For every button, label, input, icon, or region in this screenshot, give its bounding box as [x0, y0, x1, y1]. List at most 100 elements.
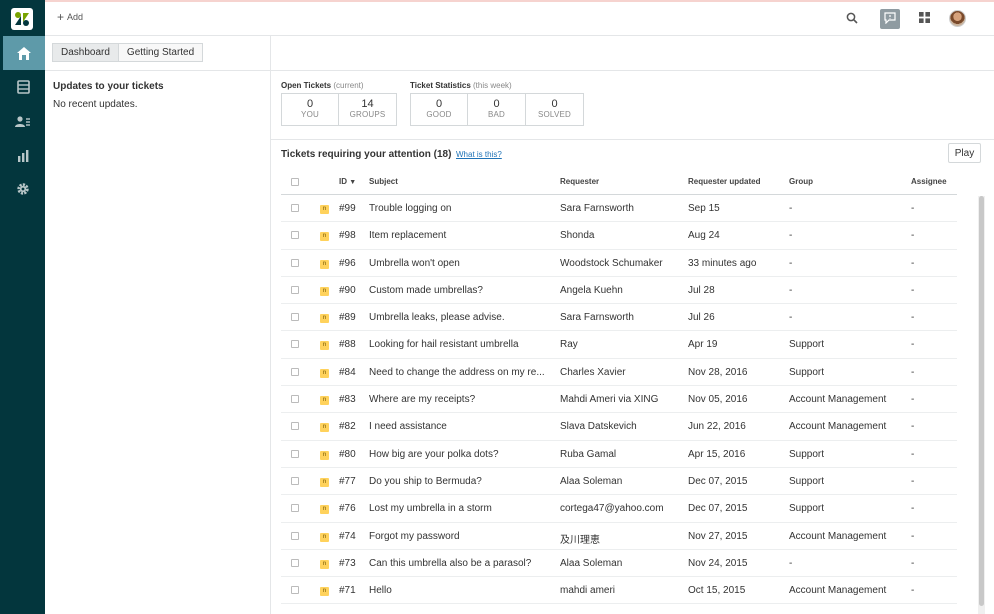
product-tray-button[interactable] — [914, 9, 934, 29]
cell-id: #76 — [339, 503, 356, 515]
row-checkbox[interactable] — [291, 504, 299, 513]
cell-subject[interactable]: Looking for hail resistant umbrella — [369, 339, 549, 350]
cell-subject[interactable]: Hello — [369, 585, 549, 596]
cell-subject[interactable]: Trouble logging on — [369, 203, 549, 214]
tab-dashboard[interactable]: Dashboard — [52, 43, 119, 62]
cell-subject[interactable]: Umbrella won't open — [369, 258, 549, 269]
cell-requester: Shonda — [560, 230, 595, 242]
cell-id: #96 — [339, 257, 356, 269]
table-row[interactable]: n #71 Hello mahdi ameri Oct 15, 2015 Account … — [281, 577, 957, 605]
table-row[interactable]: n #74 Forgot my password 及川理恵 Nov 27, 2015 Ac… — [281, 523, 957, 550]
nav-home[interactable] — [3, 36, 45, 70]
nav-reporting[interactable] — [3, 138, 43, 172]
tab-getting-started[interactable]: Getting Started — [118, 43, 204, 62]
row-checkbox[interactable] — [291, 313, 299, 322]
stat-value: 0 — [493, 98, 500, 110]
nav-admin[interactable] — [3, 172, 43, 206]
row-checkbox[interactable] — [291, 395, 299, 404]
cell-assignee: - — [911, 421, 915, 433]
cell-group: - — [789, 284, 793, 296]
sidebar — [0, 0, 45, 614]
cell-requester: cortega47@yahoo.com — [560, 503, 664, 515]
table-row[interactable]: n #90 Custom made umbrellas? Angela Kuehn Ju… — [281, 277, 957, 305]
stat-groups[interactable]: 14 GROUPS — [339, 93, 397, 126]
add-button[interactable]: + Add — [57, 11, 83, 23]
row-checkbox[interactable] — [291, 586, 299, 595]
column-header-group[interactable]: Group — [789, 177, 813, 186]
user-avatar[interactable] — [949, 10, 966, 27]
stat-bad[interactable]: 0 BAD — [468, 93, 526, 126]
scrollbar-thumb[interactable] — [979, 196, 984, 606]
scrollbar[interactable] — [978, 196, 985, 614]
cell-subject[interactable]: Forgot my password — [369, 531, 549, 542]
row-checkbox[interactable] — [291, 231, 299, 240]
attention-title: Tickets requiring your attention (18) — [281, 149, 452, 160]
column-header-id[interactable]: ID ▼ — [339, 177, 356, 186]
play-button[interactable]: Play — [948, 143, 981, 163]
cell-requester: Sara Farnsworth — [560, 312, 634, 324]
cell-subject[interactable]: Need to change the address on my re... — [369, 367, 549, 378]
table-row[interactable]: n #89 Umbrella leaks, please advise. Sara F… — [281, 304, 957, 332]
select-all-checkbox[interactable] — [291, 178, 299, 186]
row-checkbox[interactable] — [291, 422, 299, 431]
table-row[interactable]: n #77 Do you ship to Bermuda? Alaa Soleman D… — [281, 468, 957, 496]
column-id-label: ID — [339, 177, 347, 186]
left-panel: Dashboard Getting Started Updates to you… — [45, 36, 271, 614]
table-row[interactable]: n #84 Need to change the address on my re.… — [281, 359, 957, 387]
cell-subject[interactable]: How big are your polka dots? — [369, 449, 549, 460]
row-checkbox[interactable] — [291, 476, 299, 485]
stat-label: GOOD — [426, 110, 452, 119]
row-checkbox[interactable] — [291, 531, 299, 540]
row-checkbox[interactable] — [291, 558, 299, 567]
cell-subject[interactable]: Where are my receipts? — [369, 394, 549, 405]
column-header-assignee[interactable]: Assignee — [911, 177, 947, 186]
column-header-updated[interactable]: Requester updated — [688, 177, 760, 186]
cell-requester: Alaa Soleman — [560, 557, 623, 569]
table-row[interactable]: n #88 Looking for hail resistant umbrella R… — [281, 331, 957, 359]
nav-views[interactable] — [3, 70, 43, 104]
row-checkbox[interactable] — [291, 204, 299, 212]
table-row[interactable]: n #99 Trouble logging on Sara Farnsworth Sep… — [281, 195, 957, 223]
status-badge: n — [320, 477, 329, 487]
cell-updated: Apr 19 — [688, 339, 718, 351]
cell-assignee: - — [911, 503, 915, 515]
nav-customers[interactable] — [3, 104, 43, 138]
search-button[interactable] — [842, 9, 862, 29]
cell-subject[interactable]: Lost my umbrella in a storm — [369, 503, 549, 514]
row-checkbox[interactable] — [291, 340, 299, 349]
stat-you[interactable]: 0 YOU — [281, 93, 339, 126]
stat-good[interactable]: 0 GOOD — [410, 93, 468, 126]
table-row[interactable]: n #96 Umbrella won't open Woodstock Schumak… — [281, 250, 957, 277]
top-bar: + Add — [45, 0, 994, 36]
stat-solved[interactable]: 0 SOLVED — [526, 93, 584, 126]
status-badge: n — [320, 286, 329, 296]
table-row[interactable]: n #73 Can this umbrella also be a parasol?… — [281, 550, 957, 578]
status-badge: n — [320, 559, 329, 569]
what-is-this-link[interactable]: What is this? — [456, 150, 502, 159]
column-header-requester[interactable]: Requester — [560, 177, 599, 186]
row-checkbox[interactable] — [291, 449, 299, 458]
chat-button[interactable] — [880, 9, 900, 29]
table-body: n #99 Trouble logging on Sara Farnsworth Sep… — [281, 195, 957, 605]
zendesk-logo[interactable] — [5, 3, 39, 35]
ticket-statistics-title: Ticket Statistics — [410, 81, 471, 90]
table-row[interactable]: n #98 Item replacement Shonda Aug 24 - - — [281, 222, 957, 250]
row-checkbox[interactable] — [291, 367, 299, 376]
table-row[interactable]: n #76 Lost my umbrella in a storm cortega47… — [281, 495, 957, 523]
status-badge: n — [320, 341, 329, 351]
cell-updated: Aug 24 — [688, 230, 720, 242]
table-row[interactable]: n #80 How big are your polka dots? Ruba Gam… — [281, 441, 957, 468]
cell-requester: Slava Datskevich — [560, 421, 637, 433]
cell-subject[interactable]: Custom made umbrellas? — [369, 285, 549, 296]
row-checkbox[interactable] — [291, 285, 299, 294]
customers-icon — [15, 115, 31, 128]
row-checkbox[interactable] — [291, 258, 299, 267]
cell-subject[interactable]: Do you ship to Bermuda? — [369, 476, 549, 487]
column-header-subject[interactable]: Subject — [369, 177, 398, 186]
cell-subject[interactable]: Can this umbrella also be a parasol? — [369, 558, 549, 569]
cell-subject[interactable]: Umbrella leaks, please advise. — [369, 312, 549, 323]
cell-subject[interactable]: Item replacement — [369, 230, 549, 241]
table-row[interactable]: n #82 I need assistance Slava Datskevich Jun… — [281, 413, 957, 441]
cell-subject[interactable]: I need assistance — [369, 421, 549, 432]
table-row[interactable]: n #83 Where are my receipts? Mahdi Ameri vi… — [281, 386, 957, 414]
